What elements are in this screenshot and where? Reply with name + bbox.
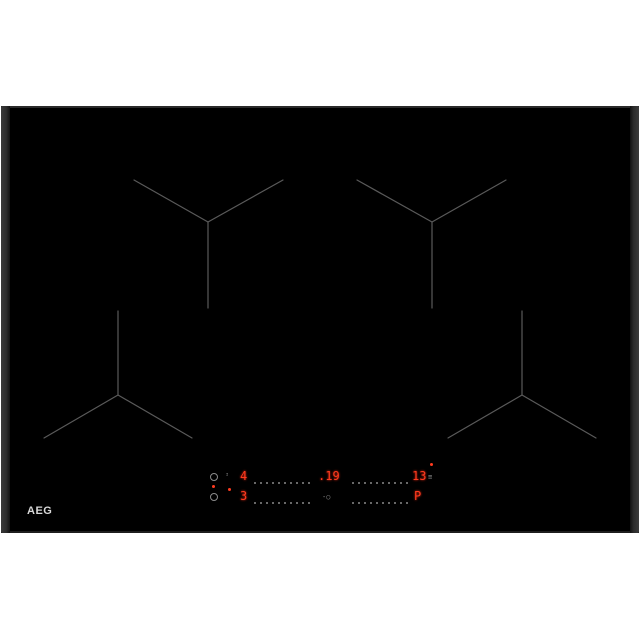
front-right-power-display: P <box>414 489 422 503</box>
indicator-light <box>212 485 215 488</box>
rear-left-power-display: 4 <box>240 469 248 483</box>
front-left-power-display: 3 <box>240 489 248 503</box>
cooking-zone-markings <box>43 179 597 439</box>
zone-rear-right-marking <box>356 179 507 309</box>
rear-right-slider[interactable] <box>352 474 412 484</box>
front-right-slider[interactable] <box>352 494 412 504</box>
indicator-light <box>228 488 231 491</box>
front-left-slider[interactable] <box>254 494 314 504</box>
brand-logo: AEG <box>27 505 53 517</box>
rear-left-slider[interactable] <box>254 474 314 484</box>
indicator-light <box>430 463 433 466</box>
zone-rear-left-marking <box>133 179 284 309</box>
zone-front-right-marking <box>447 310 597 439</box>
zone-front-left-marking <box>43 310 193 439</box>
rear-right-power-display: 13 <box>412 469 427 483</box>
timer-display: .19 <box>318 469 340 483</box>
plus-icon[interactable]: ≡ <box>428 474 432 481</box>
minus-icon[interactable]: ᴵ <box>225 473 229 480</box>
lock-icon[interactable] <box>210 493 218 501</box>
power-icon[interactable] <box>210 473 218 481</box>
timer-minus-icon[interactable]: -○ <box>322 494 330 501</box>
